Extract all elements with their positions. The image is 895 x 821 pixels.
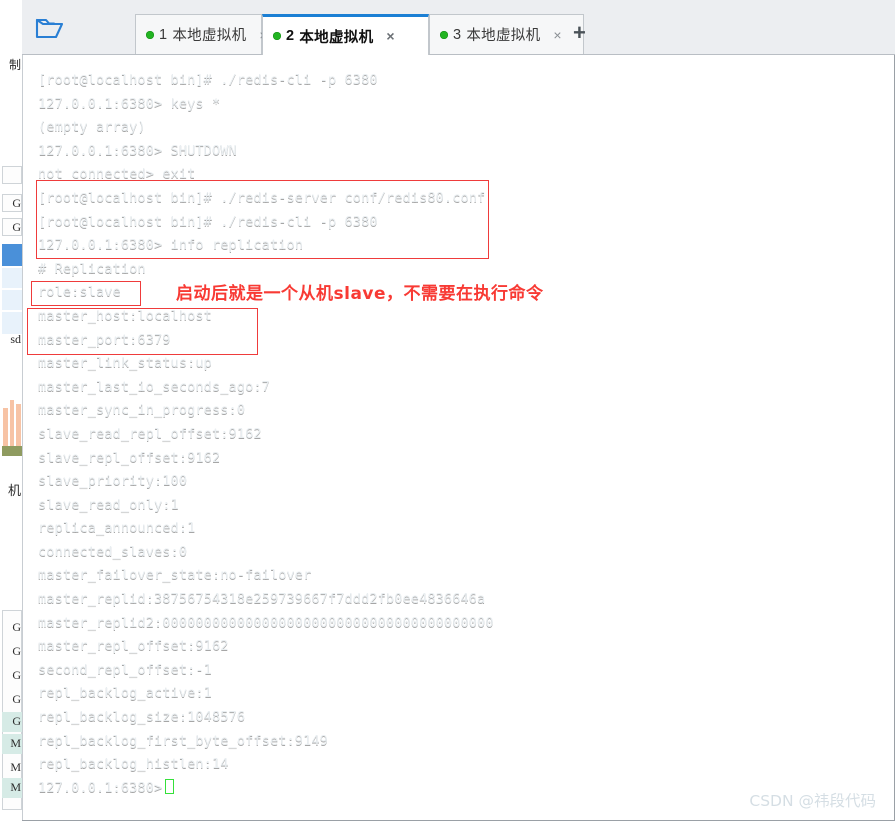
bg-label-g1: G [12, 196, 21, 210]
terminal-line: [root@localhost bin]# ./redis-server con… [38, 189, 486, 206]
bg-mini-chart [1, 398, 22, 456]
terminal-line: replica_announced:1 [38, 520, 196, 537]
terminal-line: second_repl_offset:-1 [38, 661, 212, 678]
bg-label-b2: G [12, 644, 21, 658]
bg-label-b7: M [10, 760, 21, 774]
terminal-line: master_replid2:0000000000000000000000000… [38, 614, 494, 631]
terminal-line: 127.0.0.1:6380> info replication [38, 237, 304, 254]
tab-label-3: 本地虚拟机 [466, 28, 541, 44]
tab-close-icon-3[interactable]: × [550, 26, 564, 44]
bg-label-machine: 机 [7, 483, 21, 498]
bg-row-highlight-2 [2, 290, 22, 310]
tab-status-dot-icon [146, 30, 154, 39]
terminal-line: (empty array) [38, 119, 146, 136]
bg-label-b6: M [10, 736, 21, 750]
new-tab-button[interactable]: + [573, 22, 586, 44]
terminal-line: master_sync_in_progress:0 [38, 402, 246, 419]
csdn-watermark: CSDN @祎段代码 [749, 792, 876, 810]
terminal-line: master_port:6379 [38, 331, 171, 348]
tab-label-1: 本地虚拟机 [172, 28, 247, 44]
bg-label-b5: G [12, 714, 21, 728]
tab-status-dot-icon [273, 32, 281, 40]
terminal-line: connected_slaves:0 [38, 543, 188, 560]
terminal-line: slave_repl_offset:9162 [38, 449, 221, 466]
terminal-line: slave_read_repl_offset:9162 [38, 425, 262, 442]
tab-index-3: 3 [453, 26, 462, 43]
terminal-line: slave_priority:100 [38, 473, 188, 490]
tab-2[interactable]: 2 本地虚拟机 × [262, 14, 429, 55]
tab-bar: 1 本地虚拟机 × 2 本地虚拟机 × 3 本地虚拟机 × + [22, 0, 895, 55]
terminal-line: 127.0.0.1:6380> keys * [38, 95, 221, 112]
terminal-line: not connected> exit [38, 166, 196, 183]
bg-chart-baseline [2, 446, 22, 456]
terminal-line: slave_read_only:1 [38, 496, 179, 513]
terminal-line: repl_backlog_active:1 [38, 685, 212, 702]
bg-label-top: 制 [8, 58, 21, 72]
terminal-line: master_failover_state:no-failover [38, 567, 312, 584]
bg-label-b8: M [10, 780, 21, 794]
bg-selected-row[interactable] [2, 244, 22, 266]
terminal-line: master_link_status:up [38, 355, 212, 372]
bg-chart-bar [10, 400, 14, 446]
bg-chart-bar [3, 408, 8, 446]
terminal-line: repl_backlog_histlen:14 [38, 756, 229, 773]
vm-terminal-window: 制 G G sd 机 G G G G G M M M 1 本地虚拟机 2 本地虚… [0, 0, 895, 821]
terminal-line: master_repl_offset:9162 [38, 638, 229, 655]
tab-index-2: 2 [286, 28, 295, 44]
bg-label-sd: sd [10, 332, 21, 346]
terminal-line: # Replication [38, 260, 146, 277]
tab-index-1: 1 [159, 26, 168, 43]
tab-label-2: 本地虚拟机 [299, 29, 374, 46]
annotation-note: 启动后就是一个从机slave，不需要在执行命令 [176, 284, 544, 304]
terminal-line: [root@localhost bin]# ./redis-cli -p 638… [38, 213, 378, 230]
background-app-panel: 制 G G sd 机 G G G G G M M M [0, 0, 23, 821]
terminal-line: master_replid:38756754318e259739667f7ddd… [38, 591, 486, 608]
terminal-line: 127.0.0.1:6380> SHUTDOWN [38, 142, 237, 159]
terminal-pane[interactable]: [root@localhost bin]# ./redis-cli -p 638… [22, 55, 895, 821]
bg-label-b3: G [12, 668, 21, 682]
terminal-line: repl_backlog_size:1048576 [38, 709, 246, 726]
bg-label-b1: G [12, 620, 21, 634]
terminal-line: [root@localhost bin]# ./redis-cli -p 638… [38, 72, 378, 88]
terminal-cursor [165, 778, 175, 794]
bg-row-highlight-3 [2, 312, 22, 334]
terminal-prompt: 127.0.0.1:6380> [38, 779, 163, 796]
open-folder-icon[interactable] [35, 16, 65, 42]
bg-field-1 [2, 166, 22, 184]
bg-label-g2: G [12, 220, 21, 234]
tab-1[interactable]: 1 本地虚拟机 × [135, 14, 268, 54]
tab-3[interactable]: 3 本地虚拟机 × [429, 14, 584, 54]
terminal-line: master_host:localhost [38, 307, 212, 324]
tab-close-icon-2[interactable]: × [383, 27, 397, 45]
tab-status-dot-icon [440, 30, 448, 39]
terminal-line: repl_backlog_first_byte_offset:9149 [38, 732, 328, 749]
bg-chart-bar [16, 404, 21, 446]
bg-row-highlight-1 [2, 268, 22, 288]
terminal-line: master_last_io_seconds_ago:7 [38, 378, 270, 395]
bg-label-b4: G [12, 692, 21, 706]
terminal-output: [root@localhost bin]# ./redis-cli -p 638… [38, 69, 894, 800]
